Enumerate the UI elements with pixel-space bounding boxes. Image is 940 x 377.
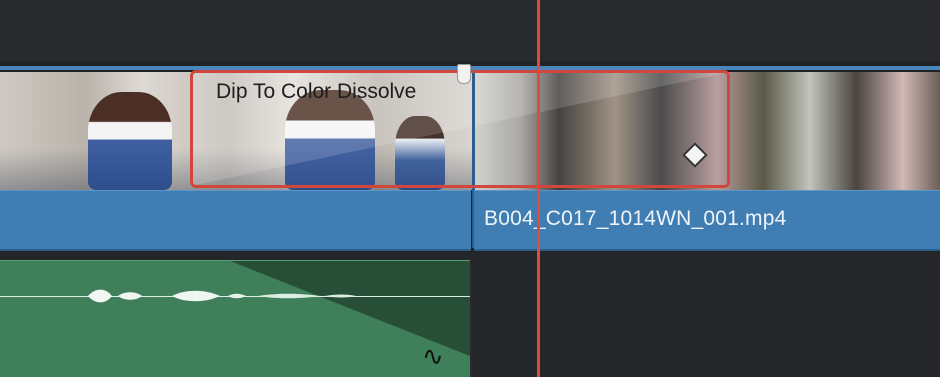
transition-label: Dip To Color Dissolve: [216, 80, 417, 103]
audio-fade-curve-icon[interactable]: ∿: [422, 343, 444, 369]
thumbnail-figure: [88, 92, 172, 190]
audio-clip-edge[interactable]: [470, 260, 472, 377]
transition-handle[interactable]: [457, 64, 471, 84]
audio-waveform: [88, 289, 356, 303]
audio-clip[interactable]: [0, 260, 470, 377]
audio-fade-overlay: [230, 261, 470, 356]
video-clip-bar-left[interactable]: [0, 190, 471, 251]
playhead[interactable]: [537, 0, 540, 377]
video-clip-name: B004_C017_1014WN_001.mp4: [484, 207, 787, 230]
timeline-track-header: [0, 0, 940, 62]
timeline-panel: B004_C017_1014WN_001.mp4 Dip To Color Di…: [0, 0, 940, 377]
